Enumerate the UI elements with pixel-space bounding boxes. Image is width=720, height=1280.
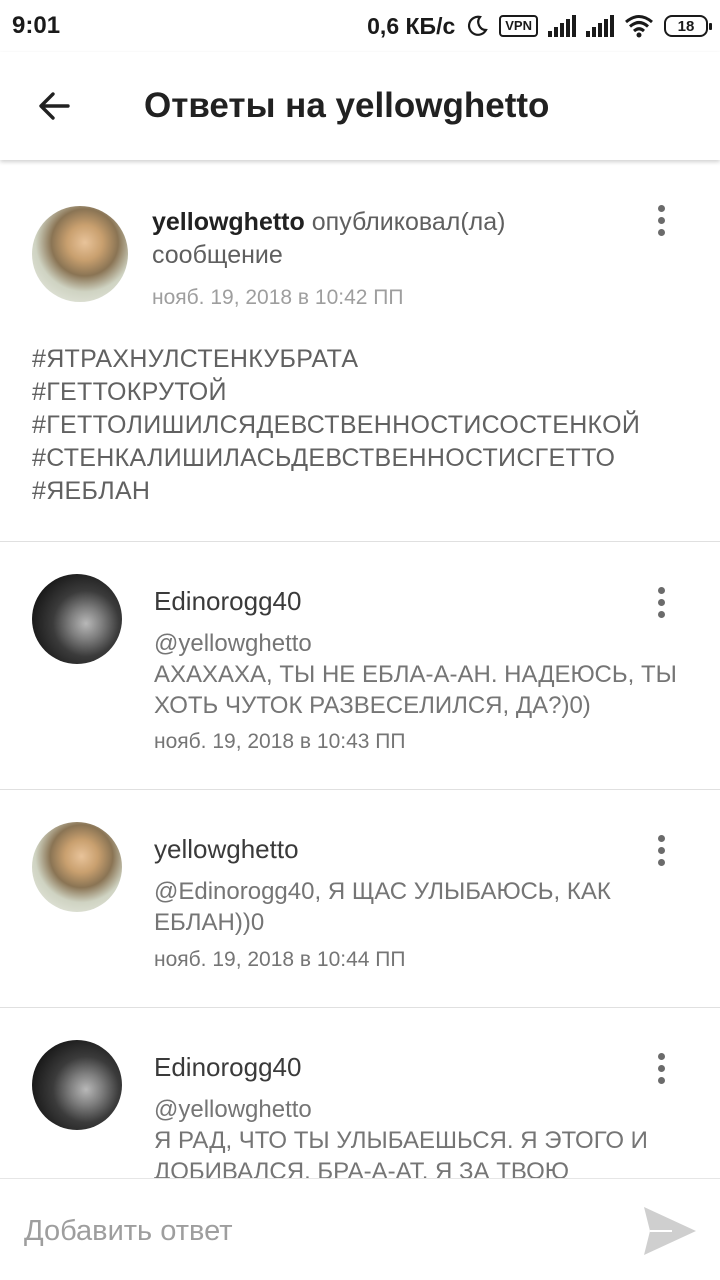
comment-author[interactable]: yellowghetto — [154, 834, 299, 865]
post-body: #ЯТРАХНУЛСТЕНКУБРАТА #ГЕТТОКРУТОЙ #ГЕТТО… — [32, 343, 702, 508]
battery-icon: 18 — [664, 15, 712, 37]
hashtag[interactable]: #ГЕТТОКРУТОЙ — [32, 376, 702, 409]
hashtag[interactable]: #ЯТРАХНУЛСТЕНКУБРАТА — [32, 343, 702, 376]
reply-input[interactable] — [24, 1207, 614, 1255]
comment-timestamp: нояб. 19, 2018 в 10:44 ПП — [154, 948, 406, 971]
comment-text: @yellowghetto АХАХАХА, ТЫ НЕ ЕБЛА-А-АН. … — [154, 630, 677, 719]
replies-list[interactable]: yellowghetto опубликовал(ла) сообщение н… — [0, 160, 720, 1178]
status-icons: 0,6 КБ/с VPN 18 — [367, 10, 712, 42]
avatar[interactable] — [32, 1040, 122, 1130]
post-timestamp: нояб. 19, 2018 в 10:42 ПП — [152, 286, 404, 309]
comment-more-button[interactable] — [637, 1044, 685, 1092]
signal-icon — [548, 15, 576, 37]
comment-more-button[interactable] — [637, 578, 685, 626]
comment: yellowghetto @Edinorogg40, Я ЩАС УЛЫБАЮС… — [0, 790, 720, 1008]
avatar[interactable] — [32, 574, 122, 664]
original-post: yellowghetto опубликовал(ла) сообщение н… — [0, 160, 720, 542]
app-bar: Ответы на yellowghetto — [0, 52, 720, 160]
comment-text: @yellowghetto Я РАД, ЧТО ТЫ УЛЫБАЕШЬСЯ. … — [154, 1096, 648, 1178]
hashtag[interactable]: #ГЕТТОЛИШИЛСЯДЕВСТВЕННОСТИСОСТЕНКОЙ — [32, 409, 702, 442]
comment-more-button[interactable] — [637, 826, 685, 874]
signal-icon — [586, 15, 614, 37]
network-speed: 0,6 КБ/с — [367, 12, 456, 39]
arrow-left-icon — [39, 92, 70, 120]
vpn-icon: VPN — [499, 15, 538, 37]
comment: Edinorogg40 @yellowghetto Я РАД, ЧТО ТЫ … — [0, 1008, 720, 1178]
page-title: Ответы на yellowghetto — [144, 86, 550, 125]
comment-author[interactable]: Edinorogg40 — [154, 586, 301, 617]
post-header: yellowghetto опубликовал(ла) сообщение — [152, 206, 622, 272]
comment-text: @Edinorogg40, Я ЩАС УЛЫБАЮСЬ, КАК ЕБЛАН)… — [154, 878, 611, 936]
send-button[interactable] — [640, 1203, 700, 1259]
status-time: 9:01 — [12, 12, 61, 39]
comment: Edinorogg40 @yellowghetto АХАХАХА, ТЫ НЕ… — [0, 542, 720, 790]
post-more-button[interactable] — [637, 196, 685, 244]
hashtag[interactable]: #ЯЕБЛАН — [32, 475, 702, 508]
wifi-icon — [625, 15, 653, 38]
post-author[interactable]: yellowghetto — [152, 208, 305, 236]
avatar[interactable] — [32, 822, 122, 912]
hashtag[interactable]: #СТЕНКАЛИШИЛАСЬДЕВСТВЕННОСТИСГЕТТО — [32, 442, 702, 475]
moon-icon — [468, 15, 489, 36]
comment-author[interactable]: Edinorogg40 — [154, 1052, 301, 1083]
send-icon — [644, 1207, 696, 1255]
avatar[interactable] — [32, 206, 128, 302]
battery-level: 18 — [677, 17, 695, 35]
back-button[interactable] — [26, 78, 82, 134]
status-bar: 9:01 0,6 КБ/с VPN 18 — [0, 0, 720, 52]
comment-timestamp: нояб. 19, 2018 в 10:43 ПП — [154, 730, 406, 753]
reply-bar — [0, 1178, 720, 1280]
